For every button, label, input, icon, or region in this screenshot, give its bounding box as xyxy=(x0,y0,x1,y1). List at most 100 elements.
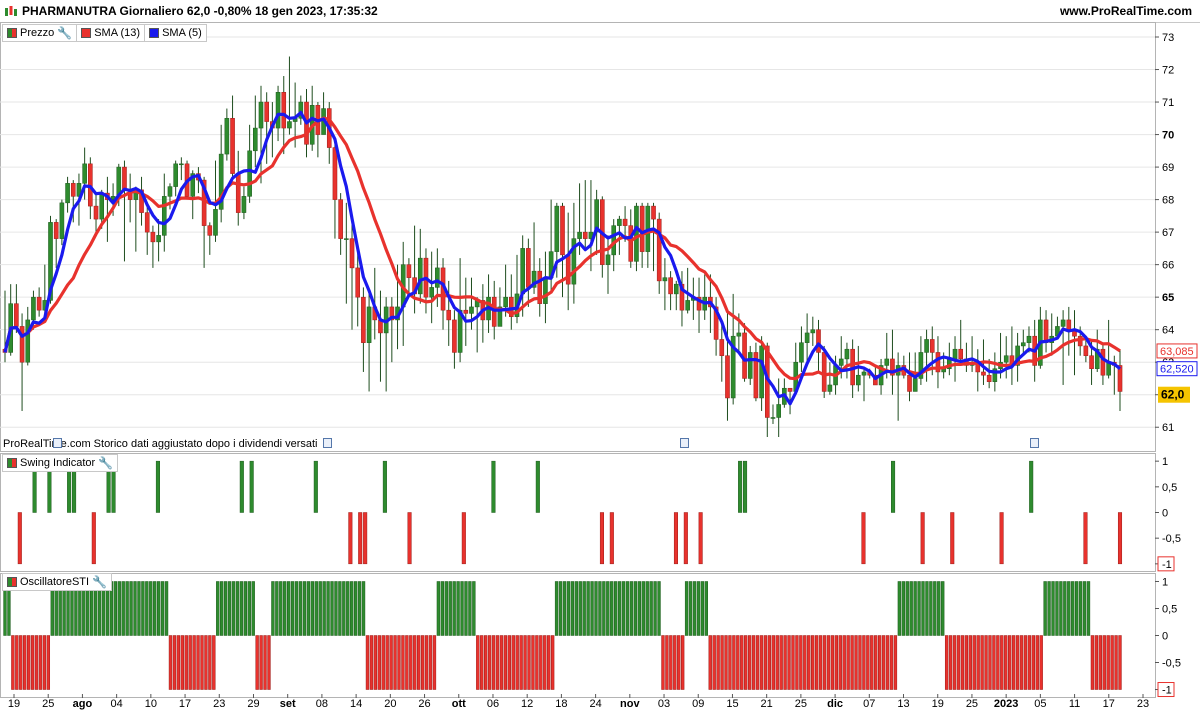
osc-bar xyxy=(874,635,878,690)
osc-bar xyxy=(673,635,677,690)
x-tick-label: 20 xyxy=(384,698,396,710)
osc-bar xyxy=(621,581,626,636)
candle xyxy=(213,209,218,236)
swing-legend: Swing Indicator 🔧 xyxy=(2,454,119,472)
osc-bar xyxy=(960,635,965,690)
osc-bar xyxy=(1118,635,1122,690)
swing-bar xyxy=(1083,512,1088,565)
candle xyxy=(929,339,935,353)
wrench-icon[interactable]: 🔧 xyxy=(57,26,72,40)
osc-bar xyxy=(420,635,425,690)
swing-swatch-icon xyxy=(7,458,17,468)
legend-osc[interactable]: OscillatoreSTI 🔧 xyxy=(3,574,111,590)
candle xyxy=(1060,319,1066,327)
osc-bar xyxy=(554,581,559,636)
x-tick-label: 17 xyxy=(179,698,191,710)
osc-bar xyxy=(401,635,405,690)
candle xyxy=(958,348,964,360)
candle xyxy=(1043,319,1049,343)
candle xyxy=(560,205,565,256)
osc-bar xyxy=(1098,635,1102,690)
swing-bar xyxy=(348,512,353,565)
legend-swing[interactable]: Swing Indicator 🔧 xyxy=(3,455,117,471)
sma5-swatch-icon xyxy=(149,28,160,38)
candle xyxy=(685,300,690,311)
candle xyxy=(452,319,457,353)
candle xyxy=(53,222,59,239)
candle xyxy=(207,225,213,236)
osc-bar xyxy=(720,635,724,690)
candle xyxy=(281,92,287,129)
osc-bar xyxy=(763,635,768,690)
osc-bar xyxy=(677,635,681,690)
candle xyxy=(469,306,474,314)
osc-bar xyxy=(377,635,381,690)
x-tick-label: 03 xyxy=(658,698,670,710)
candle xyxy=(668,277,673,295)
document-icon[interactable] xyxy=(1030,438,1039,448)
osc-bar xyxy=(1114,635,1118,690)
osc-bar xyxy=(917,581,921,636)
osc-bar xyxy=(783,635,787,690)
osc-bar xyxy=(937,581,941,636)
candle xyxy=(804,332,810,343)
wrench-icon[interactable]: 🔧 xyxy=(98,456,113,470)
osc-bar xyxy=(247,581,251,636)
osc-bar xyxy=(487,635,492,690)
price-tick-label: 65 xyxy=(1162,292,1174,304)
candle xyxy=(144,212,150,233)
swing-tick-label: 0 xyxy=(1162,508,1168,520)
osc-bar xyxy=(984,635,988,690)
candle xyxy=(503,296,508,308)
osc-bar xyxy=(972,635,976,690)
x-tick-label: 25 xyxy=(966,698,978,710)
document-icon[interactable] xyxy=(323,438,332,448)
candle xyxy=(361,296,366,343)
candle xyxy=(122,166,127,191)
candle xyxy=(161,196,167,236)
swing-bar xyxy=(155,460,160,513)
osc-bar xyxy=(637,581,641,636)
wrench-icon[interactable]: 🔧 xyxy=(92,575,107,589)
legend-price-label: Prezzo xyxy=(20,27,55,39)
osc-bar xyxy=(617,581,622,636)
osc-bar xyxy=(795,635,799,690)
price-tick-label: 73 xyxy=(1162,32,1174,44)
osc-bar xyxy=(180,635,184,690)
osc-bar xyxy=(357,581,362,636)
site-name[interactable]: www.ProRealTime.com xyxy=(1060,4,1192,18)
legend-osc-label: OscillatoreSTI xyxy=(20,576,90,588)
osc-bar xyxy=(145,581,149,636)
osc-bar xyxy=(1004,635,1008,690)
osc-bar xyxy=(369,635,374,690)
osc-bar xyxy=(448,581,452,636)
osc-bar xyxy=(653,581,657,636)
candle xyxy=(639,205,645,252)
swing-bar xyxy=(491,460,496,513)
document-icon[interactable] xyxy=(53,438,62,448)
swing-bar xyxy=(738,460,743,513)
osc-bar xyxy=(287,581,291,636)
swing-bar xyxy=(535,460,540,513)
legend-price[interactable]: Prezzo 🔧 xyxy=(3,25,78,41)
candle xyxy=(65,183,70,204)
osc-bar xyxy=(1086,581,1091,636)
osc-bar xyxy=(680,635,685,690)
legend-sma13[interactable]: SMA (13) xyxy=(77,25,146,41)
swing-bar xyxy=(599,512,604,565)
document-icon[interactable] xyxy=(680,438,689,448)
x-tick-label: 15 xyxy=(726,698,738,710)
osc-bar xyxy=(700,581,705,636)
osc-bar xyxy=(499,635,504,690)
legend-sma5-label: SMA (5) xyxy=(162,27,202,39)
candle xyxy=(406,264,412,278)
legend-sma5[interactable]: SMA (5) xyxy=(145,25,206,41)
osc-bar xyxy=(125,581,129,636)
candle xyxy=(150,231,156,243)
osc-bar xyxy=(42,635,47,690)
osc-bar xyxy=(941,581,945,636)
chart-canvas[interactable]: 6162,0636465666768697071727363,08562,520… xyxy=(0,22,1200,720)
swing-bar xyxy=(407,512,412,565)
osc-bar xyxy=(476,635,480,690)
swing-tick-label: 0,5 xyxy=(1162,482,1177,494)
